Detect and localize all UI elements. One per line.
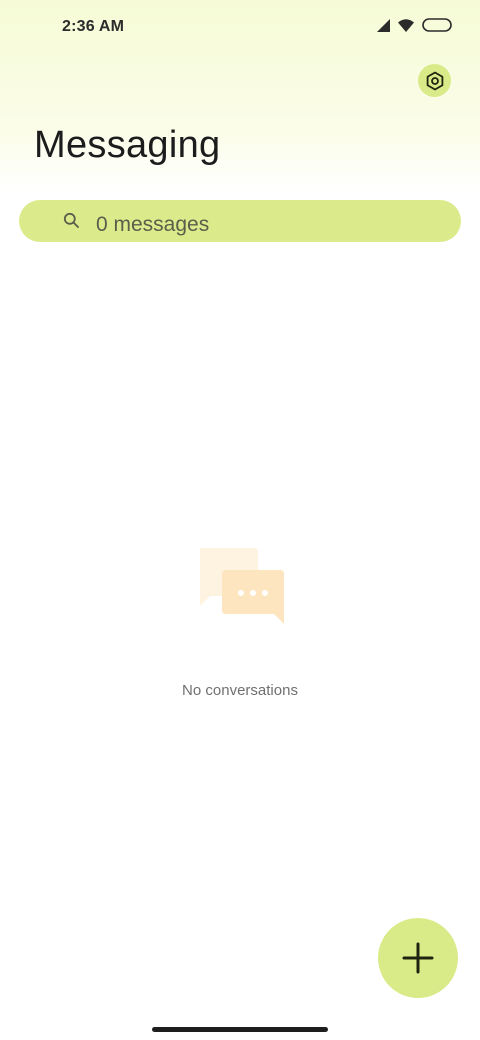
search-icon xyxy=(63,212,80,229)
signal-icon xyxy=(377,18,390,32)
new-conversation-button[interactable] xyxy=(378,918,458,998)
empty-state-text: No conversations xyxy=(182,682,298,699)
search-placeholder: 0 messages xyxy=(96,213,210,236)
status-icons xyxy=(377,18,452,32)
battery-icon xyxy=(422,18,452,32)
status-bar: 2:36 AM xyxy=(0,0,480,56)
page-title: Messaging xyxy=(34,124,221,166)
chat-bubbles-icon xyxy=(196,546,286,626)
settings-hexagon-icon xyxy=(425,71,445,91)
wifi-icon xyxy=(398,18,414,32)
status-time: 2:36 AM xyxy=(62,18,125,35)
settings-button[interactable] xyxy=(418,64,451,97)
home-indicator[interactable] xyxy=(152,1027,328,1032)
plus-icon xyxy=(401,941,435,975)
search-bar[interactable]: 0 messages xyxy=(19,200,461,242)
